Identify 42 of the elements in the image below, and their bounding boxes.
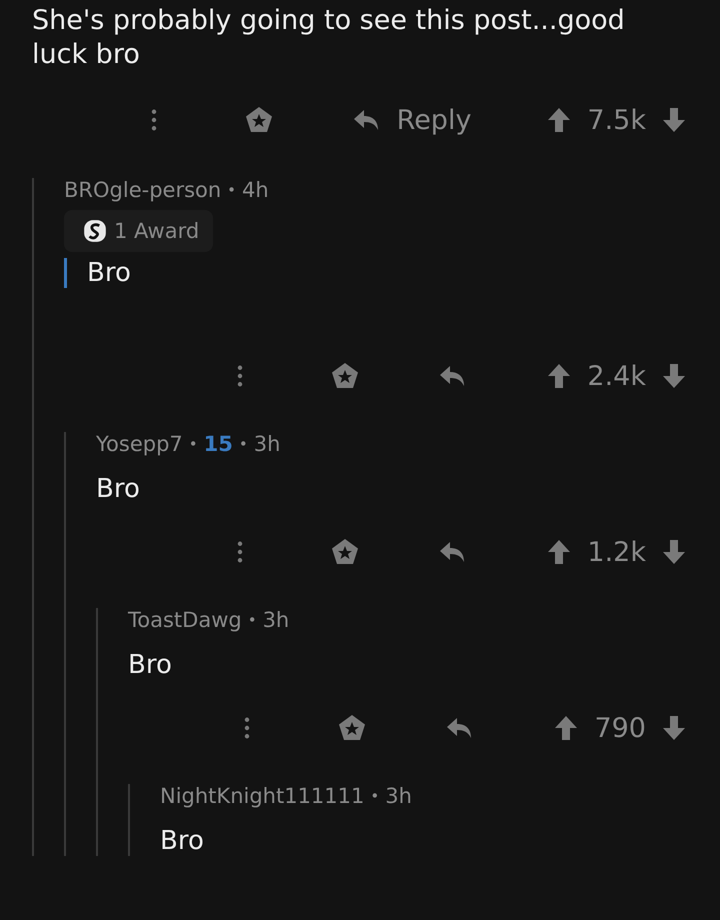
username: Yosepp7 [96, 432, 183, 456]
comment-time: 4h [242, 178, 269, 202]
comment-text: Bro [96, 474, 141, 504]
vote-count: 7.5k [587, 104, 646, 136]
more-options-icon[interactable] [237, 365, 244, 387]
vote-count: 2.4k [587, 360, 646, 392]
more-options-icon[interactable] [237, 541, 244, 563]
separator-dot: • [238, 435, 248, 453]
comment-time: 3h [262, 608, 290, 632]
downvote-icon[interactable] [662, 363, 686, 389]
upvote-icon[interactable] [547, 107, 572, 133]
vote-count: 1.2k [587, 536, 646, 568]
vote-count: 790 [594, 712, 646, 744]
award-icon[interactable] [331, 362, 360, 390]
username: ToastDawg [128, 608, 242, 632]
more-options-icon[interactable] [150, 109, 157, 131]
username: NightKnight111111 [160, 784, 364, 808]
separator-dot: • [370, 787, 380, 805]
comment-time: 3h [254, 432, 280, 456]
downvote-icon[interactable] [662, 539, 686, 565]
user-score: 15 [204, 432, 233, 456]
comment-text: Bro [64, 258, 720, 288]
separator-dot: • [248, 611, 257, 629]
downvote-icon[interactable] [662, 107, 686, 133]
award-icon[interactable] [331, 538, 360, 566]
separator-dot: • [227, 181, 236, 199]
username: BROgle-person [64, 178, 222, 202]
comment-text: Bro [160, 826, 205, 856]
separator-dot: • [188, 435, 198, 453]
award-badge[interactable]: 1 Award [64, 210, 214, 252]
upvote-icon[interactable] [554, 715, 578, 741]
upvote-icon[interactable] [547, 363, 572, 389]
downvote-icon[interactable] [662, 715, 686, 741]
comment-text: Bro [128, 650, 173, 680]
award-icon[interactable] [338, 714, 366, 742]
more-options-icon[interactable] [244, 717, 250, 739]
award-icon[interactable] [244, 106, 273, 134]
upvote-icon[interactable] [547, 539, 572, 565]
reply-icon [352, 108, 381, 132]
reply-button[interactable]: Reply [352, 104, 472, 136]
comment-time: 3h [385, 784, 412, 808]
post-title: She's probably going to see this post...good luck bro [32, 4, 626, 72]
